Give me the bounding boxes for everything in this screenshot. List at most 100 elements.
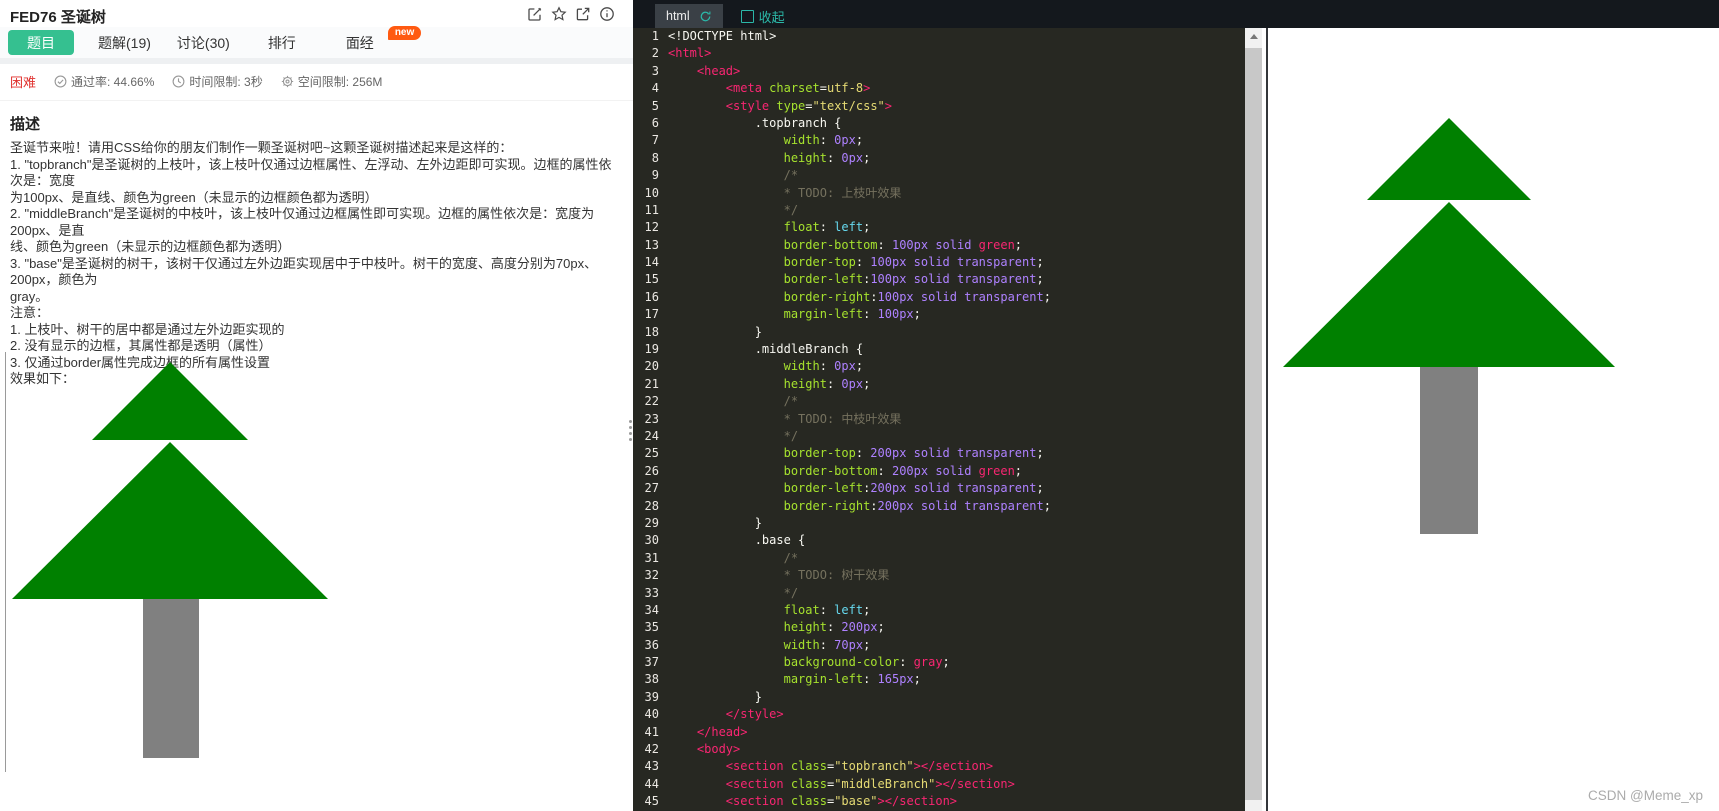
- code-line[interactable]: 18 }: [633, 324, 1245, 341]
- code-line[interactable]: 30 .base {: [633, 532, 1245, 549]
- share-icon[interactable]: [575, 6, 591, 22]
- code-line[interactable]: 6 .topbranch {: [633, 115, 1245, 132]
- code-content: .base {: [668, 533, 806, 548]
- code-line[interactable]: 29 }: [633, 515, 1245, 532]
- code-line[interactable]: 4 <meta charset=utf-8>: [633, 80, 1245, 97]
- line-number: 32: [644, 568, 659, 583]
- code-line[interactable]: 14 border-top: 100px solid transparent;: [633, 254, 1245, 271]
- code-line[interactable]: 15 border-left:100px solid transparent;: [633, 271, 1245, 288]
- line-number: 33: [644, 585, 659, 600]
- code-line[interactable]: 35 height: 200px;: [633, 619, 1245, 636]
- code-line[interactable]: 5 <style type="text/css">: [633, 98, 1245, 115]
- code-line[interactable]: 27 border-left:200px solid transparent;: [633, 480, 1245, 497]
- effect-image: [5, 352, 338, 772]
- code-content: border-left:200px solid transparent;: [783, 481, 1044, 496]
- code-content: <body>: [696, 742, 741, 757]
- description-line: gray。: [10, 288, 49, 304]
- code-line[interactable]: 7 width: 0px;: [633, 132, 1245, 149]
- line-number: 21: [644, 376, 659, 391]
- code-line[interactable]: 32 * TODO: 树干效果: [633, 567, 1245, 584]
- edit-icon[interactable]: [527, 6, 543, 22]
- problem-header: FED76 圣诞树: [0, 0, 633, 27]
- code-content: border-top: 100px solid transparent;: [783, 255, 1044, 270]
- code-line[interactable]: 45 <section class="base"></section>: [633, 793, 1245, 810]
- scrollbar-thumb[interactable]: [1245, 48, 1262, 800]
- scroll-up-button[interactable]: [1245, 28, 1262, 44]
- code-line[interactable]: 12 float: left;: [633, 219, 1245, 236]
- tab-item[interactable]: 面经 new: [346, 25, 422, 53]
- code-content: * TODO: 上枝叶效果: [783, 185, 902, 200]
- line-number: 42: [644, 742, 659, 757]
- code-line[interactable]: 19 .middleBranch {: [633, 341, 1245, 358]
- code-content: margin-left: 100px;: [783, 307, 921, 322]
- code-line[interactable]: 33 */: [633, 585, 1245, 602]
- code-content: */: [783, 202, 799, 217]
- code-line[interactable]: 43 <section class="topbranch"></section>: [633, 758, 1245, 775]
- difficulty-badge: 困难: [10, 75, 37, 90]
- code-content: margin-left: 165px;: [783, 672, 921, 687]
- code-line[interactable]: 2 <html>: [633, 45, 1245, 62]
- tab-item[interactable]: 讨论(30): [177, 33, 230, 53]
- line-number: 41: [644, 724, 659, 739]
- star-icon[interactable]: [551, 6, 567, 22]
- code-line[interactable]: 26 border-bottom: 200px solid green;: [633, 463, 1245, 480]
- code-line[interactable]: 10 * TODO: 上枝叶效果: [633, 185, 1245, 202]
- code-content: */: [783, 585, 799, 600]
- code-content: </head>: [696, 724, 748, 739]
- code-line[interactable]: 39 }: [633, 689, 1245, 706]
- code-line[interactable]: 44 <section class="middleBranch"></secti…: [633, 776, 1245, 793]
- code-line[interactable]: 8 height: 0px;: [633, 150, 1245, 167]
- collapse-button[interactable]: 收起: [740, 4, 785, 28]
- code-line[interactable]: 25 border-top: 200px solid transparent;: [633, 445, 1245, 462]
- code-line[interactable]: 36 width: 70px;: [633, 637, 1245, 654]
- code-line[interactable]: 16 border-right:100px solid transparent;: [633, 289, 1245, 306]
- line-number: 15: [644, 272, 659, 287]
- info-icon[interactable]: [599, 6, 615, 22]
- editor-tab-html[interactable]: html: [655, 4, 723, 28]
- line-number: 26: [644, 463, 659, 478]
- editor-scrollbar[interactable]: [1245, 28, 1262, 811]
- code-line[interactable]: 9 /*: [633, 167, 1245, 184]
- code-content: /*: [783, 168, 799, 183]
- tab-item[interactable]: 排行: [268, 33, 296, 53]
- description-line: 3. "base"是圣诞树的树干，该树干仅通过左外边距实现居中于中枝叶。树干的宽…: [10, 255, 598, 288]
- code-line[interactable]: 40 </style>: [633, 706, 1245, 723]
- line-number: 40: [644, 707, 659, 722]
- code-line[interactable]: 38 margin-left: 165px;: [633, 671, 1245, 688]
- code-line[interactable]: 1 <!DOCTYPE html>: [633, 28, 1245, 45]
- line-number: 16: [644, 289, 659, 304]
- code-line[interactable]: 3 <head>: [633, 63, 1245, 80]
- code-content: height: 0px;: [783, 150, 871, 165]
- code-line[interactable]: 17 margin-left: 100px;: [633, 306, 1245, 323]
- line-number: 5: [651, 98, 659, 113]
- code-line[interactable]: 31 /*: [633, 550, 1245, 567]
- collapse-icon: [740, 9, 754, 23]
- tab-item[interactable]: 题解(19): [98, 33, 151, 53]
- code-line[interactable]: 20 width: 0px;: [633, 358, 1245, 375]
- description-line: 1. 上枝叶、树干的居中都是通过左外边距实现的: [10, 321, 285, 337]
- preview-top-branch: [1367, 118, 1531, 200]
- code-content: <section class="topbranch"></section>: [725, 759, 994, 774]
- code-line[interactable]: 28 border-right:200px solid transparent;: [633, 498, 1245, 515]
- code-content: border-left:100px solid transparent;: [783, 272, 1044, 287]
- refresh-icon[interactable]: [699, 10, 712, 23]
- line-number: 14: [644, 255, 659, 270]
- code-line[interactable]: 24 */: [633, 428, 1245, 445]
- code-line[interactable]: 11 */: [633, 202, 1245, 219]
- code-content: <meta charset=utf-8>: [725, 81, 871, 96]
- code-editor[interactable]: 1 <!DOCTYPE html> 2 <html> 3 <head> 4 <meta c…: [633, 28, 1245, 811]
- code-content: .topbranch {: [668, 115, 842, 130]
- code-line[interactable]: 13 border-bottom: 100px solid green;: [633, 237, 1245, 254]
- code-line[interactable]: 22 /*: [633, 393, 1245, 410]
- code-line[interactable]: 34 float: left;: [633, 602, 1245, 619]
- code-content: height: 200px;: [783, 620, 885, 635]
- problem-actions: [527, 6, 615, 22]
- code-line[interactable]: 42 <body>: [633, 741, 1245, 758]
- line-number: 30: [644, 533, 659, 548]
- code-line[interactable]: 41 </head>: [633, 724, 1245, 741]
- code-line[interactable]: 23 * TODO: 中枝叶效果: [633, 411, 1245, 428]
- line-number: 18: [644, 324, 659, 339]
- code-line[interactable]: 21 height: 0px;: [633, 376, 1245, 393]
- tab-item[interactable]: 题目: [8, 30, 74, 55]
- code-line[interactable]: 37 background-color: gray;: [633, 654, 1245, 671]
